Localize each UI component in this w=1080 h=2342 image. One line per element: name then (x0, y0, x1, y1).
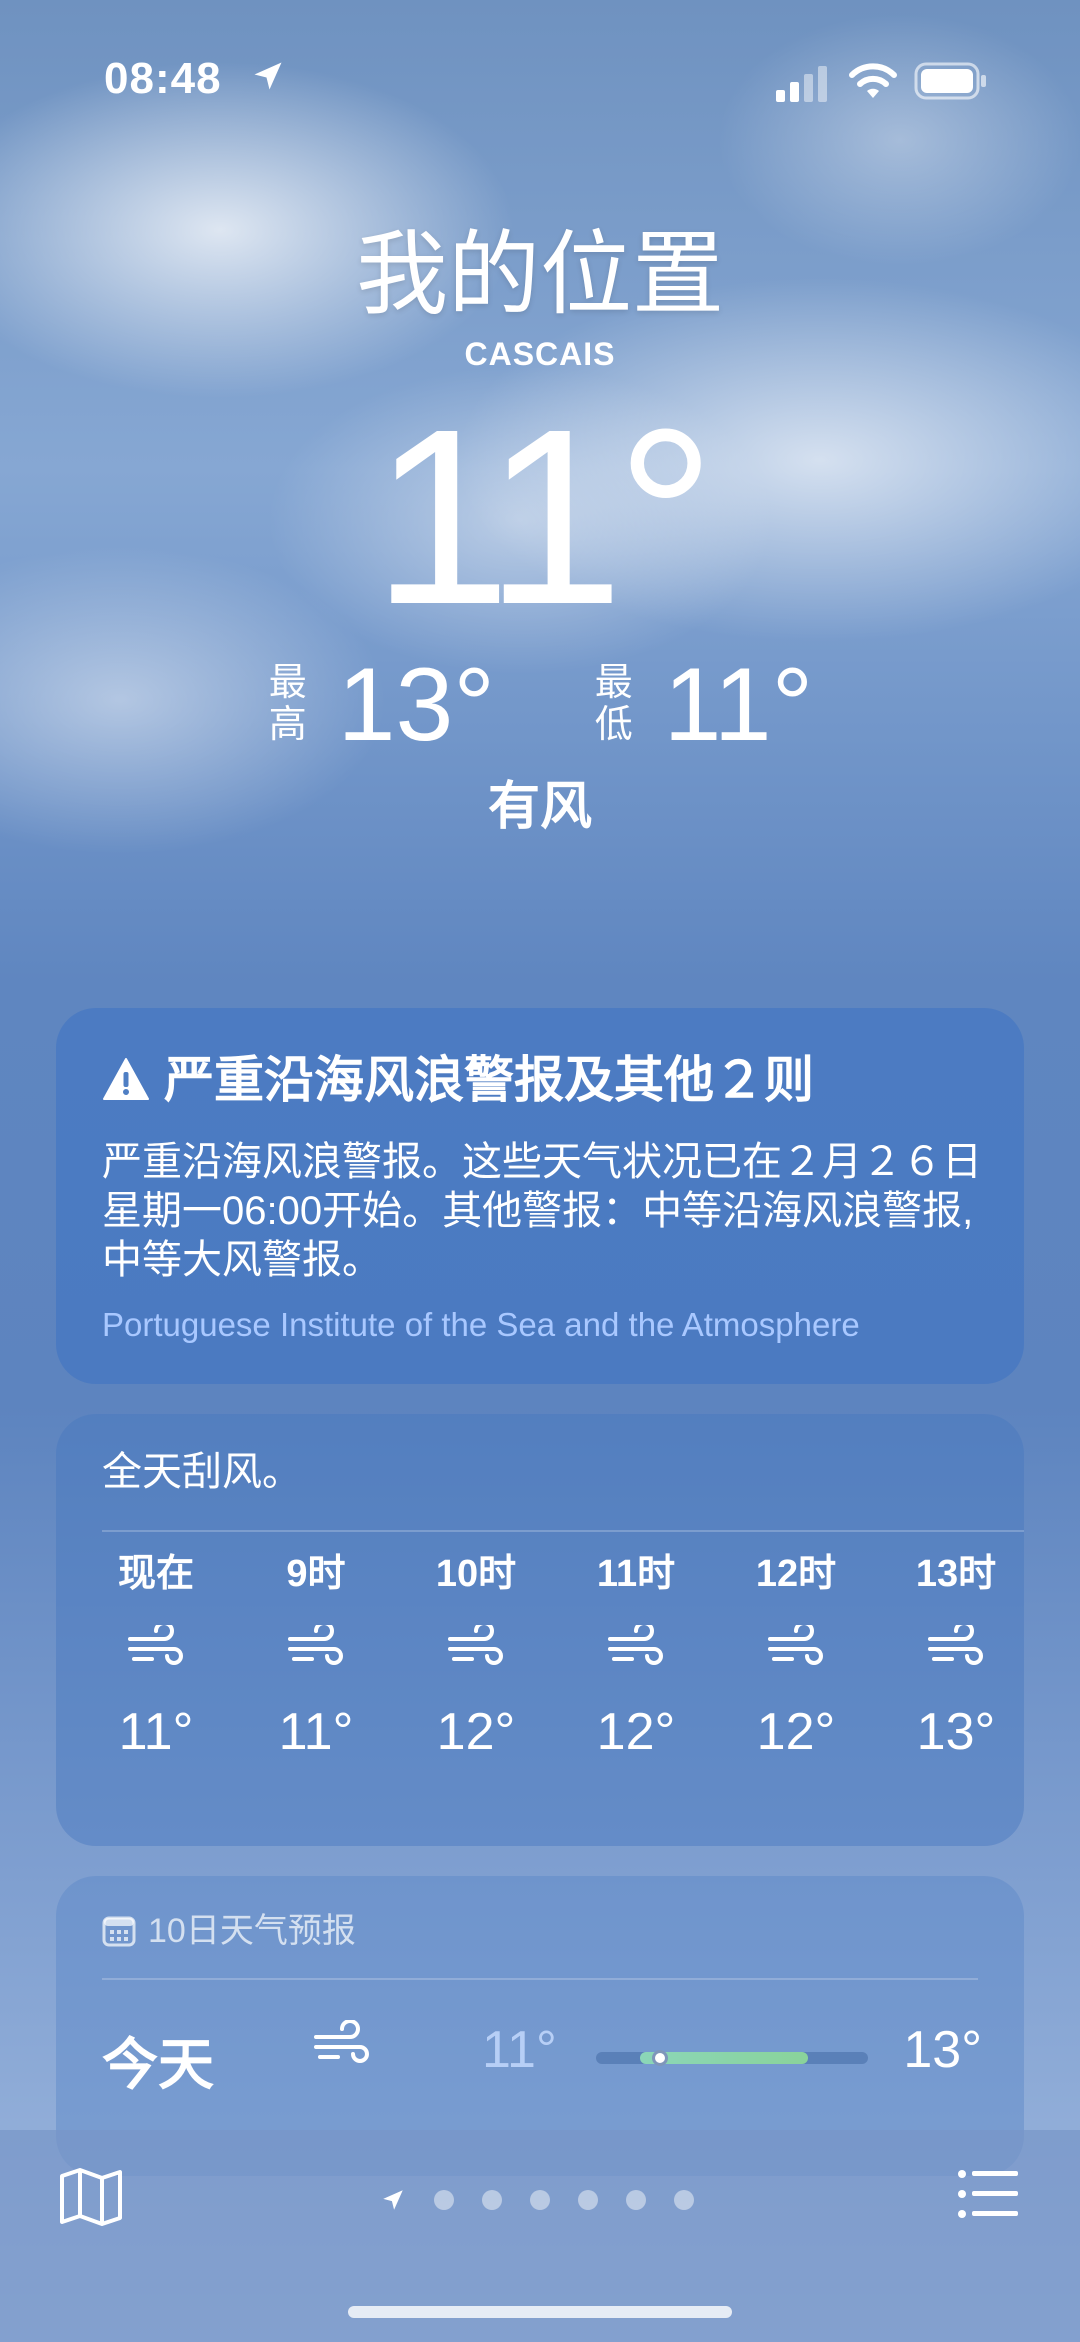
hour-temperature: 11° (118, 1703, 194, 1761)
alert-title: 严重沿海风浪警报及其他２则 (164, 1052, 814, 1108)
list-icon[interactable] (956, 2168, 1020, 2220)
high-temperature: 13° (337, 647, 495, 763)
hour-item: 10时 12° (406, 1544, 546, 1774)
hour-item: 9时 11° (246, 1544, 386, 1774)
hour-label: 12时 (755, 1553, 837, 1595)
low-temperature: 11° (663, 647, 814, 763)
hour-label: 13时 (915, 1553, 997, 1595)
divider (102, 1978, 978, 1980)
day-high-temperature: 13° (903, 2021, 982, 2079)
temperature-range-bar (596, 2050, 868, 2066)
wind-icon (566, 1604, 706, 1690)
hour-label: 9时 (286, 1553, 346, 1595)
location-page-icon (383, 2190, 403, 2210)
hour-label: 10时 (435, 1553, 517, 1595)
daily-row-today[interactable]: 今天 11° 13° (102, 2004, 982, 2104)
page-dot (530, 2190, 550, 2210)
hour-temperature: 11° (278, 1703, 354, 1761)
home-indicator[interactable] (348, 2306, 732, 2318)
hour-temperature: 12° (436, 1703, 516, 1761)
ten-day-header: 10日天气预报 (102, 1906, 356, 1956)
high-low-temperature: 最高 13° 最低 11° (0, 650, 1080, 760)
alert-title-row: 严重沿海风浪警报及其他２则 (102, 1048, 814, 1112)
battery-icon (914, 62, 986, 100)
current-condition: 有风 (487, 778, 592, 836)
current-temperature-marker (652, 2050, 668, 2066)
page-dot (626, 2190, 646, 2210)
hourly-forecast-list: 现在 11° 9时 11° 10时 12° 11时 12° 12时 12° 13… (86, 1544, 1026, 1774)
hour-temperature: 12° (596, 1703, 676, 1761)
warning-icon (103, 1058, 149, 1100)
hourly-forecast-card[interactable]: 全天刮风。 现在 11° 9时 11° 10时 12° 11时 12° 12时 … (56, 1414, 1024, 1846)
hour-temperature: 12° (756, 1703, 836, 1761)
calendar-icon (102, 1916, 136, 1947)
hour-label: 现在 (117, 1553, 194, 1595)
location-subtitle: CASCAIS (464, 336, 616, 372)
hour-item: 12时 12° (726, 1544, 866, 1774)
location-arrow-icon (254, 62, 282, 90)
page-indicator[interactable] (380, 2180, 700, 2220)
day-label: 今天 (102, 2033, 214, 2096)
hour-item: 现在 11° (86, 1544, 226, 1774)
location-title: 我的位置 (355, 224, 724, 326)
wifi-icon (849, 63, 897, 98)
hour-item: 13时 13° (886, 1544, 1026, 1774)
page-dot (674, 2190, 694, 2210)
page-dot (434, 2190, 454, 2210)
alert-body: 严重沿海风浪警报。这些天气状况已在２月２６日星期一06:00开始。其他警报：中等… (102, 1140, 982, 1282)
status-bar: 08:48 (0, 50, 1080, 110)
wind-icon (86, 1604, 226, 1690)
hour-label: 11时 (596, 1553, 676, 1595)
hour-temperature: 13° (916, 1703, 996, 1761)
wind-icon (312, 2019, 372, 2075)
weather-alert-card[interactable]: 严重沿海风浪警报及其他２则 严重沿海风浪警报。这些天气状况已在２月２６日星期一0… (56, 1008, 1024, 1384)
hourly-summary: 全天刮风。 (102, 1450, 302, 1494)
day-low-temperature: 11° (482, 2021, 557, 2079)
hour-item: 11时 12° (566, 1544, 706, 1774)
bottom-toolbar (0, 2130, 1080, 2342)
alert-source-link[interactable]: Portuguese Institute of the Sea and the … (102, 1306, 860, 1344)
wind-icon (886, 1604, 1026, 1690)
page-dot (482, 2190, 502, 2210)
wind-icon (406, 1604, 546, 1690)
ten-day-title: 10日天气预报 (148, 1912, 356, 1950)
current-temperature: 11° (372, 377, 716, 656)
low-label: 最低 (594, 662, 633, 746)
divider (102, 1530, 1024, 1532)
cellular-signal-icon (776, 66, 827, 102)
wind-icon (726, 1604, 866, 1690)
map-icon[interactable] (58, 2166, 124, 2228)
page-dot (578, 2190, 598, 2210)
high-label: 最高 (268, 662, 307, 746)
wind-icon (246, 1604, 386, 1690)
status-time: 08:48 (104, 54, 222, 103)
location-header: 我的位置 CASCAIS (0, 220, 1080, 373)
